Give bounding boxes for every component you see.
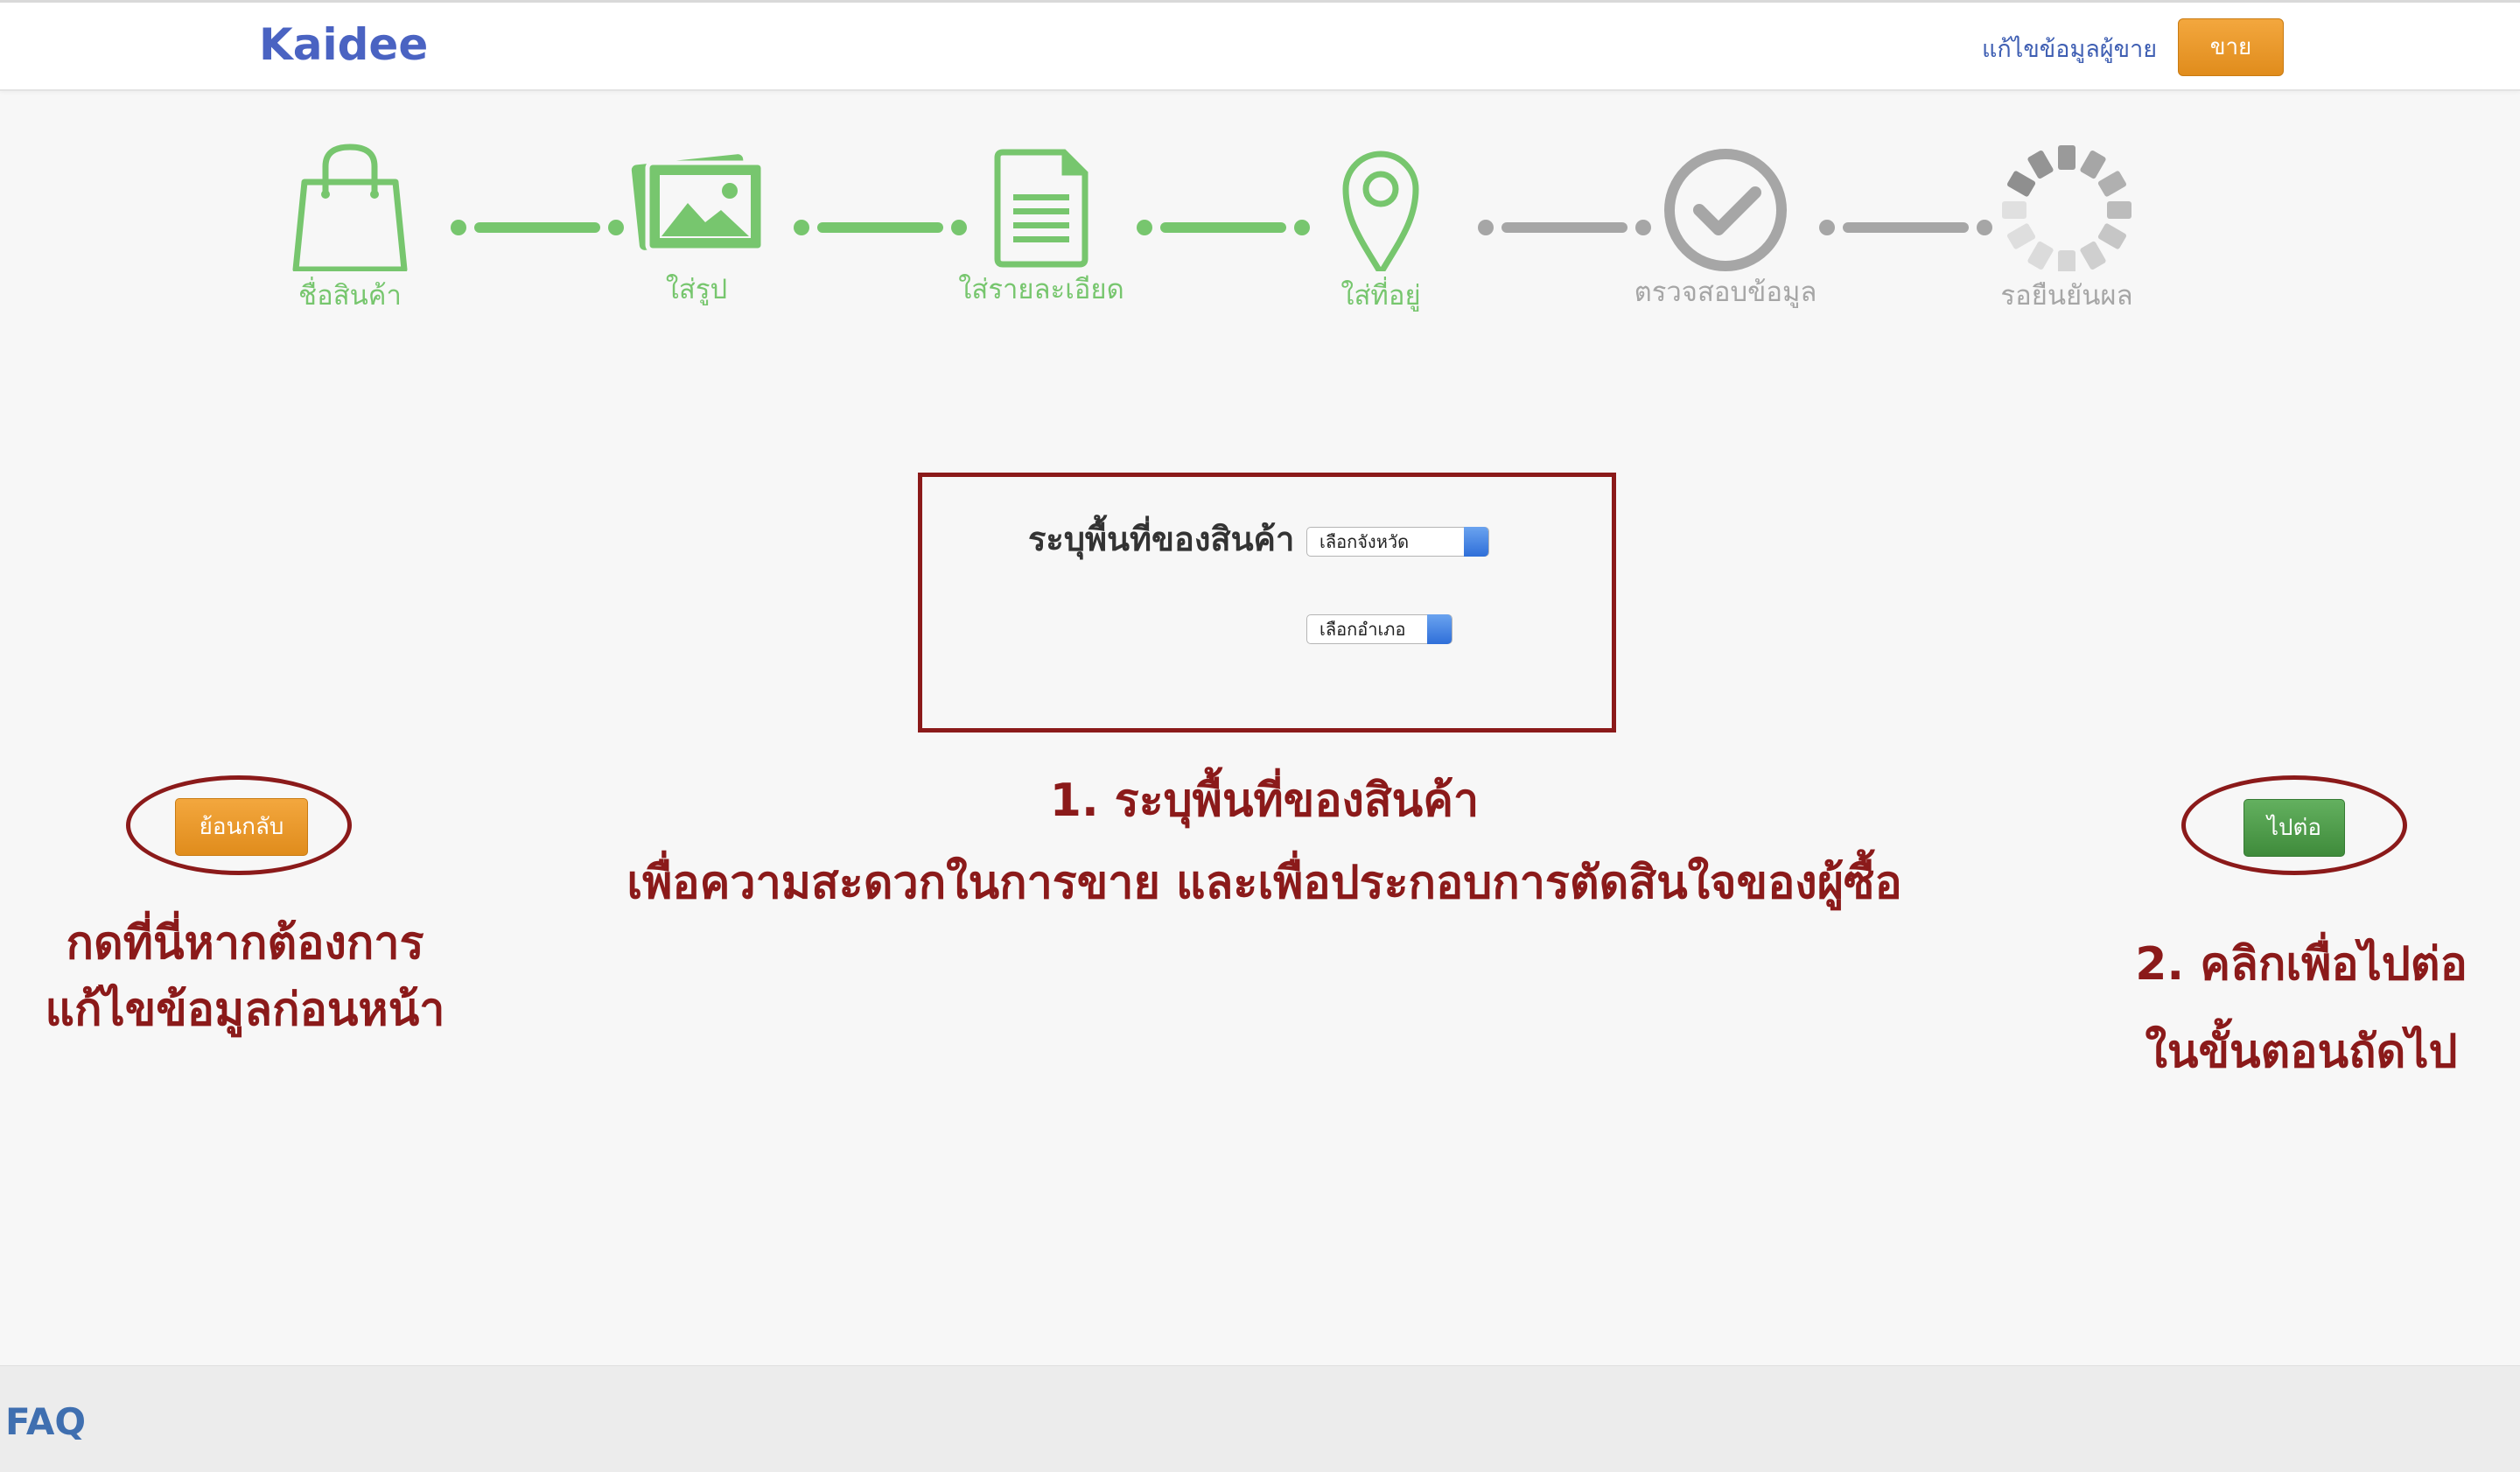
footer — [0, 1365, 2520, 1472]
kaidee-logo[interactable]: Kaidee — [259, 19, 428, 70]
step-details: ใส่รายละเอียด — [945, 140, 1138, 315]
step-label: ตรวจสอบข้อมูล — [1634, 277, 1817, 308]
step-address: ใส่ที่อยู่ — [1284, 140, 1477, 315]
faq-link[interactable]: FAQ — [5, 1400, 86, 1443]
select-arrow-icon — [1464, 527, 1488, 557]
step-review: ตรวจสอบข้อมูล — [1629, 140, 1822, 315]
step-product-name: ชื่อสินค้า — [254, 140, 446, 315]
location-pin-icon — [1342, 151, 1419, 271]
location-form-label: ระบุพื้นที่ของสินค้า — [1028, 520, 1295, 558]
next-button[interactable]: ไปต่อ — [2244, 799, 2345, 857]
step-label: ใส่รูป — [665, 274, 728, 305]
province-select-value: เลือกจังหวัด — [1320, 531, 1410, 552]
step-label: ใส่ที่อยู่ — [1340, 280, 1421, 312]
right-annotation: 2. คลิกเพื่อไปต่อ ในขั้นตอนถัดไป — [2100, 921, 2502, 1096]
select-arrow-icon — [1427, 614, 1452, 644]
step-connector — [451, 220, 624, 235]
left-annotation: กดที่นี่หากต้องการ แก้ไขข้อมูลก่อนหน้า — [26, 910, 464, 1043]
annotation-line: เพื่อความสะดวกในการขาย และเพื่อประกอบการ… — [626, 857, 1902, 909]
step-label: ใส่รายละเอียด — [958, 274, 1124, 305]
step-label: รอยืนยันผล — [2000, 280, 2133, 312]
step-connector — [1478, 220, 1651, 235]
document-icon — [994, 149, 1088, 268]
step-photos: ใส่รูป — [600, 140, 793, 315]
annotation-line: กดที่นี่หากต้องการ — [66, 917, 424, 970]
step-label: ชื่อสินค้า — [298, 280, 402, 312]
annotation-line: 1. ระบุพื้นที่ของสินค้า — [1049, 775, 1480, 827]
district-select[interactable]: เลือกอำเภอ — [1306, 614, 1452, 644]
check-circle-icon — [1664, 149, 1787, 271]
shopping-bag-icon — [292, 144, 408, 271]
step-connector — [794, 220, 967, 235]
annotation-line: 2. คลิกเพื่อไปต่อ — [2135, 938, 2468, 991]
annotation-line: ในขั้นตอนถัดไป — [2145, 1026, 2458, 1078]
edit-seller-info-link[interactable]: แก้ไขข้อมูลผู้ขาย — [1982, 30, 2157, 67]
annotation-line: แก้ไขข้อมูลก่อนหน้า — [45, 984, 445, 1036]
photos-icon — [631, 154, 766, 253]
step-connector — [1819, 220, 1992, 235]
step-await-confirmation: รอยืนยันผล — [1970, 140, 2163, 315]
back-button[interactable]: ย้อนกลับ — [175, 798, 308, 856]
spinner-icon — [2002, 145, 2132, 271]
province-select[interactable]: เลือกจังหวัด — [1306, 527, 1489, 557]
center-annotation: 1. ระบุพื้นที่ของสินค้า เพื่อความสะดวกใน… — [612, 760, 1916, 924]
sell-button[interactable]: ขาย — [2178, 18, 2284, 76]
district-select-value: เลือกอำเภอ — [1320, 619, 1406, 640]
